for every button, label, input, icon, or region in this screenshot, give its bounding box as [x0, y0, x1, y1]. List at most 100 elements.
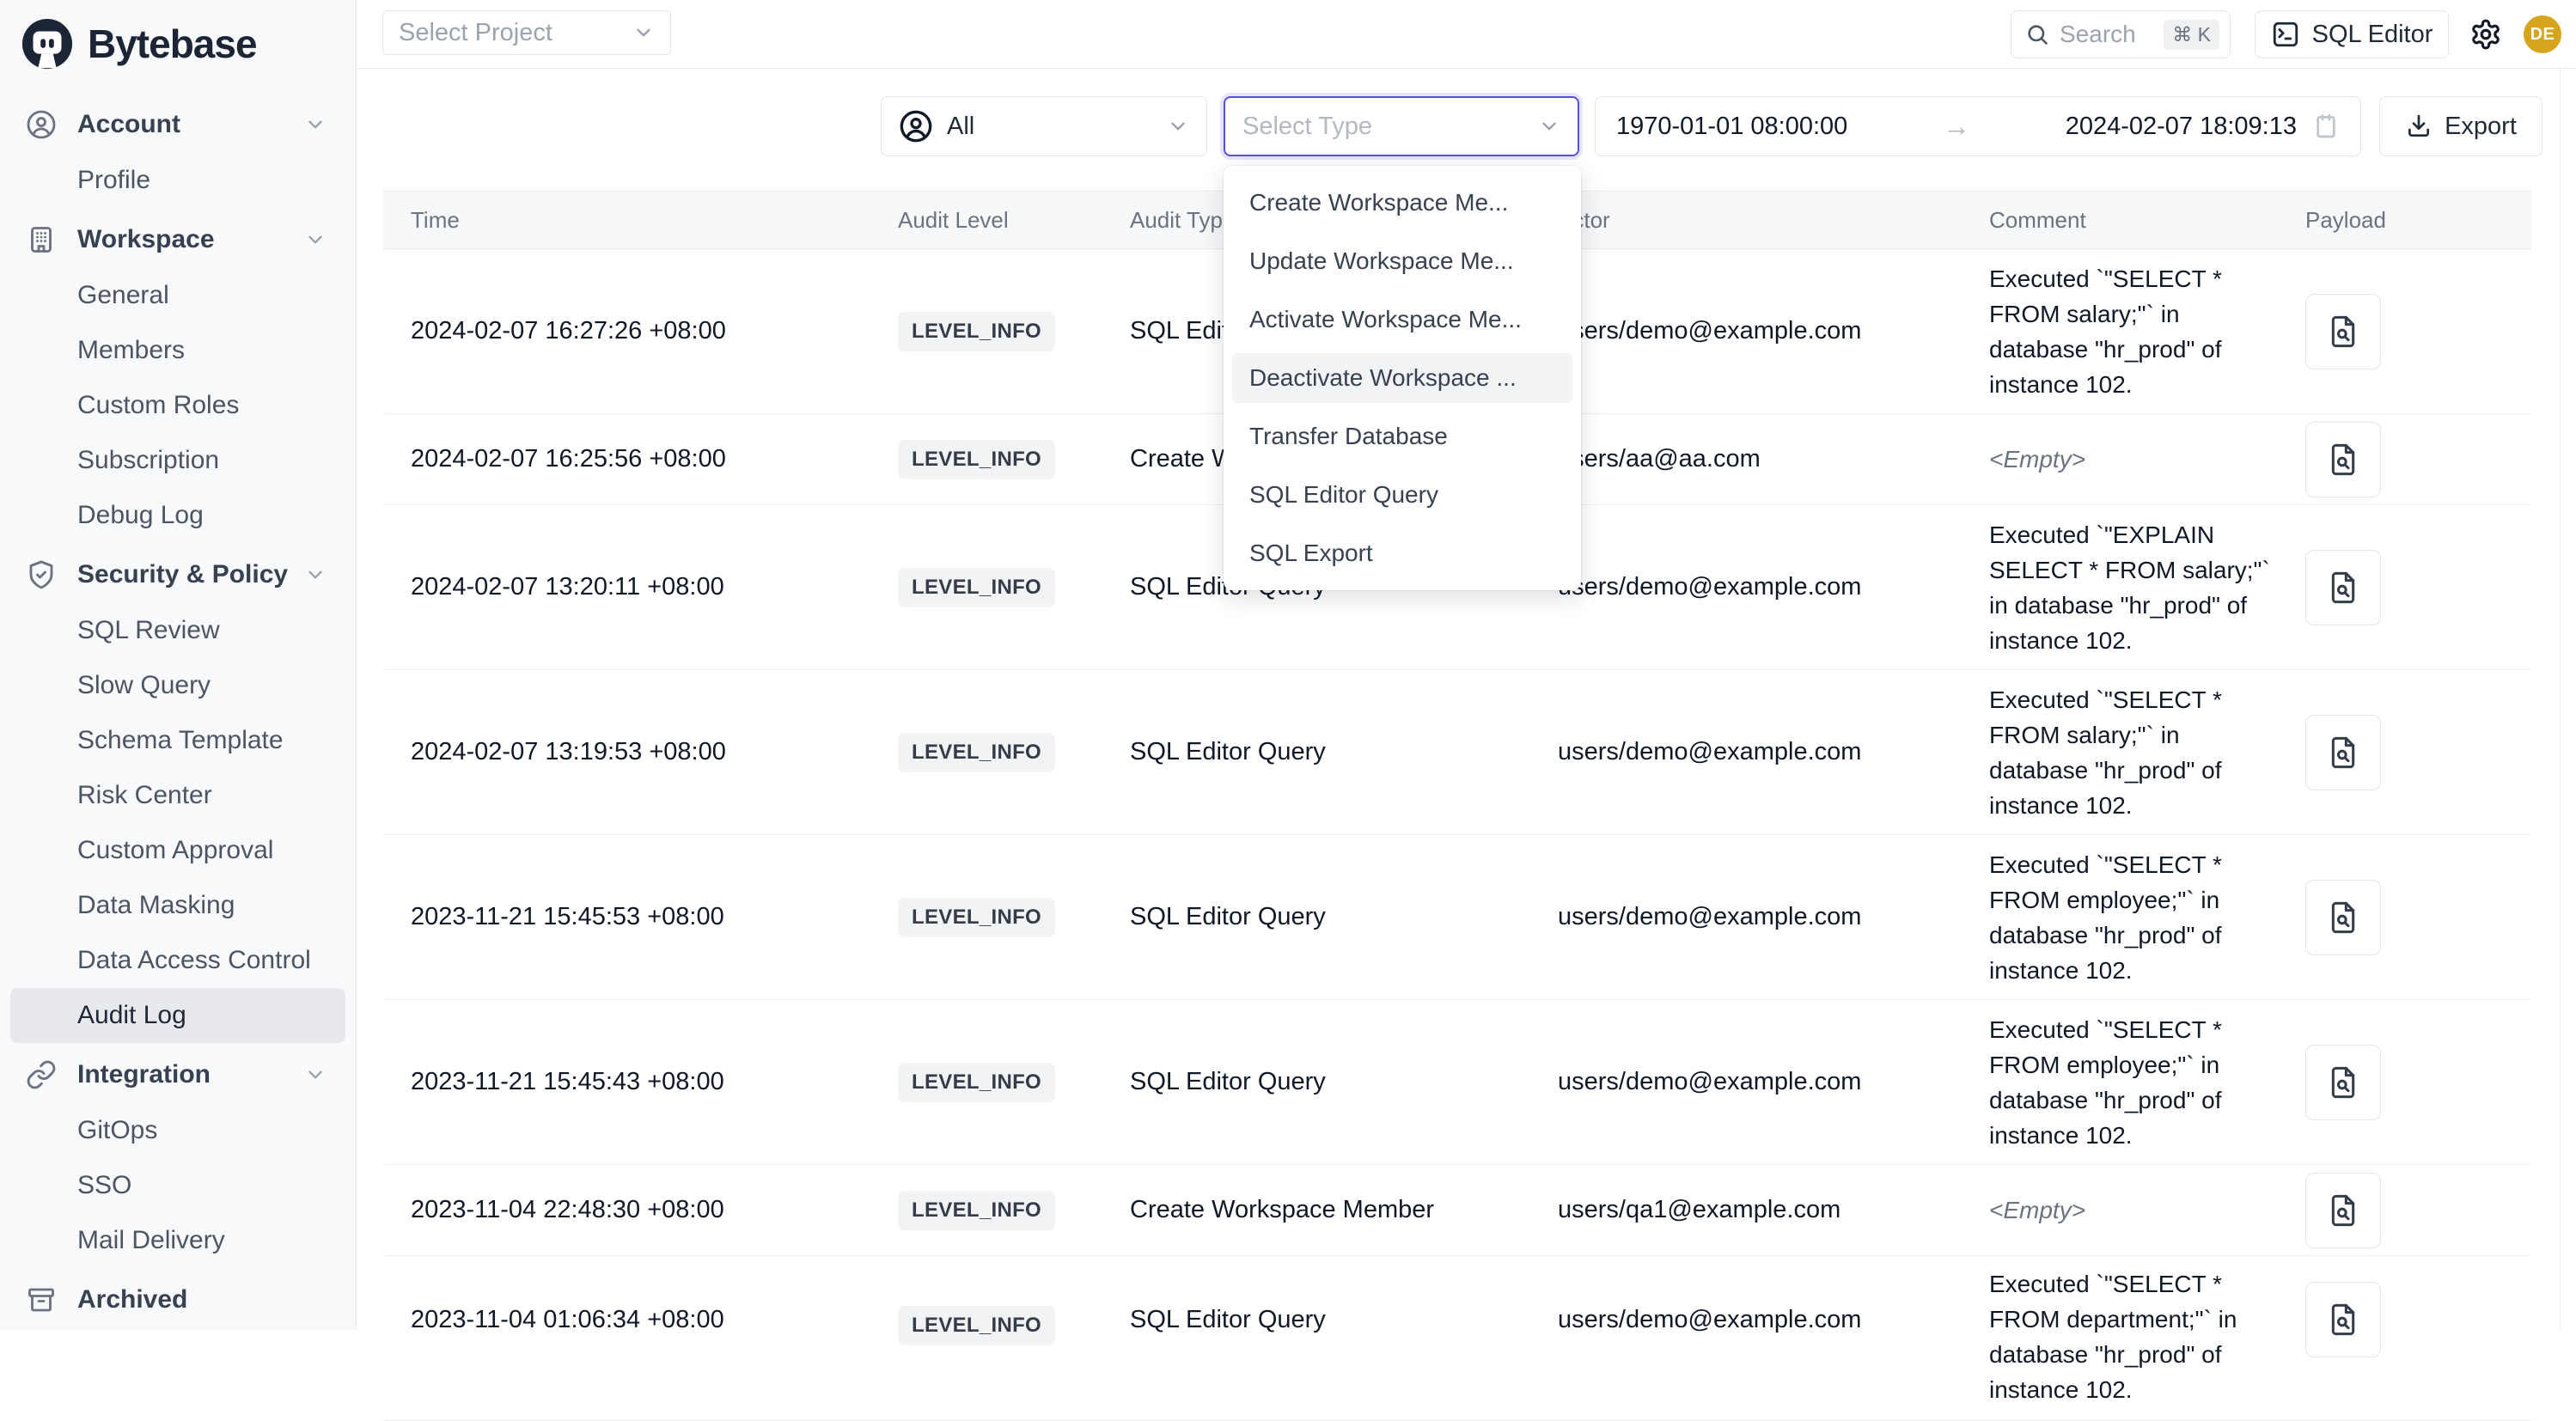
sidebar-item-label: General — [77, 281, 169, 310]
sidebar-item-label: Risk Center — [77, 781, 212, 810]
sql-editor-button[interactable]: SQL Editor — [2255, 10, 2449, 58]
chevron-down-icon — [632, 21, 655, 44]
sidebar-item[interactable]: GitOps — [10, 1103, 345, 1158]
cell-payload — [2305, 1256, 2408, 1420]
cell-comment: Executed `"SELECT * FROM department;"` i… — [1989, 1256, 2290, 1420]
comment-text: Executed `"SELECT * FROM salary;"` in da… — [1989, 261, 2222, 402]
sidebar-item[interactable]: Debug Log — [10, 488, 345, 543]
view-payload-button[interactable] — [2305, 294, 2381, 369]
sidebar-item[interactable]: Data Masking — [10, 878, 345, 933]
comment-text: Executed `"SELECT * FROM salary;"` in da… — [1989, 682, 2222, 823]
level-badge: LEVEL_INFO — [898, 1306, 1055, 1345]
actor-value: users/demo@example.com — [1558, 1306, 1861, 1334]
export-button[interactable]: Export — [2379, 96, 2542, 156]
cell-actor: users/demo@example.com — [1558, 1256, 1970, 1420]
actor-filter-select[interactable]: All — [881, 96, 1207, 156]
cell-audit-type: SQL Editor Query — [1130, 1000, 1534, 1164]
file-search-icon — [2326, 1302, 2360, 1337]
view-payload-button[interactable] — [2305, 1282, 2381, 1357]
sql-editor-label: SQL Editor — [2312, 21, 2433, 49]
bytebase-logo[interactable]: Bytebase — [0, 0, 356, 82]
sidebar-item[interactable]: Custom Roles — [10, 378, 345, 433]
sidebar-item[interactable]: Members — [10, 323, 345, 378]
time-value: 2023-11-04 01:06:34 +08:00 — [411, 1306, 724, 1334]
sidebar-group-label: Archived — [77, 1285, 187, 1314]
menu-item[interactable]: Transfer Database — [1232, 412, 1572, 461]
cell-time: 2023-11-04 22:48:30 +08:00 — [411, 1165, 875, 1255]
time-value: 2024-02-07 13:19:53 +08:00 — [411, 738, 726, 766]
search-input[interactable]: Search ⌘ K — [2011, 10, 2231, 58]
type-filter-select[interactable]: Select Type — [1224, 96, 1579, 156]
sidebar-group-workspace[interactable]: Workspace — [10, 211, 345, 268]
sidebar-item[interactable]: Audit Log — [10, 988, 345, 1043]
level-badge: LEVEL_INFO — [898, 568, 1055, 607]
sidebar-item-label: Custom Approval — [77, 836, 273, 865]
view-payload-button[interactable] — [2305, 880, 2381, 955]
sidebar-group-security-policy[interactable]: Security & Policy — [10, 546, 345, 603]
gear-icon[interactable] — [2469, 18, 2502, 51]
menu-item-label: Deactivate Workspace ... — [1249, 364, 1517, 392]
arrow-right-icon: → — [1943, 111, 1970, 143]
menu-item[interactable]: Activate Workspace Me... — [1232, 295, 1572, 345]
sidebar-item[interactable]: Data Access Control — [10, 933, 345, 988]
avatar[interactable]: DE — [2524, 15, 2561, 53]
link-icon — [26, 1059, 57, 1090]
view-payload-button[interactable] — [2305, 1045, 2381, 1120]
cell-time: 2024-02-07 13:19:53 +08:00 — [411, 670, 875, 834]
cell-payload — [2305, 505, 2408, 669]
sidebar-item[interactable]: SSO — [10, 1158, 345, 1213]
search-shortcut-badge: ⌘ K — [2164, 20, 2219, 50]
chevron-down-icon — [304, 564, 327, 586]
scrollbar-track[interactable] — [2560, 70, 2561, 1330]
menu-item[interactable]: Create Workspace Me... — [1232, 178, 1572, 228]
calendar-icon — [2312, 113, 2340, 140]
menu-item-label: Create Workspace Me... — [1249, 189, 1508, 217]
menu-item[interactable]: Deactivate Workspace ... — [1232, 353, 1572, 403]
sidebar-item[interactable]: Schema Template — [10, 713, 345, 768]
chevron-down-icon — [304, 1064, 327, 1086]
sidebar-item[interactable]: General — [10, 268, 345, 323]
sidebar-item[interactable]: Subscription — [10, 433, 345, 488]
sidebar-item[interactable]: Custom Approval — [10, 823, 345, 878]
brand-name: Bytebase — [88, 21, 257, 67]
menu-item[interactable]: Update Workspace Me... — [1232, 236, 1572, 286]
sidebar-item[interactable]: Slow Query — [10, 658, 345, 713]
file-search-icon — [2326, 735, 2360, 770]
actor-value: users/demo@example.com — [1558, 903, 1861, 931]
view-payload-button[interactable] — [2305, 422, 2381, 497]
sidebar-group-integration[interactable]: Integration — [10, 1046, 345, 1103]
search-icon — [2025, 22, 2049, 46]
header-payload: Payload — [2305, 192, 2408, 248]
file-search-icon — [2326, 1065, 2360, 1100]
sidebar-group-label: Workspace — [77, 225, 215, 254]
cell-payload — [2305, 1000, 2408, 1164]
sidebar-group-account[interactable]: Account — [10, 96, 345, 153]
sidebar-group-archived[interactable]: Archived — [10, 1272, 345, 1328]
sidebar-group-label: Security & Policy — [77, 560, 288, 589]
cell-audit-level: LEVEL_INFO — [898, 670, 1113, 834]
actor-filter-value: All — [947, 113, 974, 141]
menu-item[interactable]: SQL Export — [1232, 528, 1572, 578]
view-payload-button[interactable] — [2305, 550, 2381, 625]
actor-value: users/aa@aa.com — [1558, 445, 1761, 473]
actor-value: users/demo@example.com — [1558, 573, 1861, 601]
cell-comment: Executed `"EXPLAIN SELECT * FROM salary;… — [1989, 505, 2290, 669]
menu-item[interactable]: SQL Editor Query — [1232, 470, 1572, 520]
project-select[interactable]: Select Project — [382, 10, 671, 55]
archive-icon — [26, 1284, 57, 1315]
cell-time: 2023-11-21 15:45:53 +08:00 — [411, 835, 875, 999]
file-search-icon — [2326, 900, 2360, 935]
sidebar-item[interactable]: SQL Review — [10, 603, 345, 658]
sidebar-item-label: Data Access Control — [77, 946, 311, 975]
sidebar-item[interactable]: Profile — [10, 153, 345, 208]
sidebar-item-label: GitOps — [77, 1116, 157, 1145]
comment-text: Executed `"SELECT * FROM department;"` i… — [1989, 1266, 2237, 1407]
view-payload-button[interactable] — [2305, 1173, 2381, 1248]
sidebar-item[interactable]: Mail Delivery — [10, 1213, 345, 1268]
view-payload-button[interactable] — [2305, 715, 2381, 790]
time-value: 2024-02-07 16:27:26 +08:00 — [411, 317, 726, 345]
audit-type-value: SQL Editor Query — [1130, 1306, 1326, 1334]
sidebar-item[interactable]: Risk Center — [10, 768, 345, 823]
date-range-picker[interactable]: 1970-01-01 08:00:00 → 2024-02-07 18:09:1… — [1595, 96, 2361, 156]
actor-value: users/demo@example.com — [1558, 738, 1861, 766]
